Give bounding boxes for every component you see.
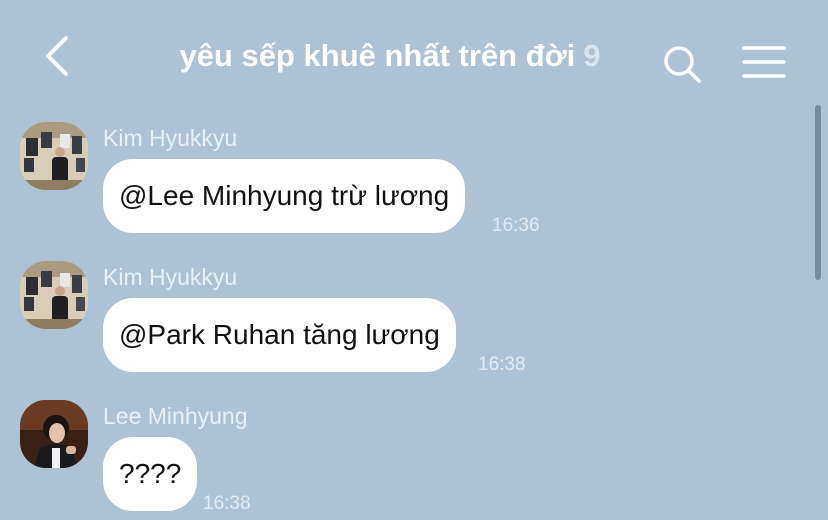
- avatar-photo: [20, 261, 88, 329]
- back-button[interactable]: [38, 32, 78, 80]
- search-button[interactable]: [660, 42, 704, 86]
- hamburger-menu-icon: [742, 46, 786, 78]
- avatar[interactable]: [20, 122, 88, 190]
- message-bubble[interactable]: @Lee Minhyung trừ lương: [103, 159, 466, 233]
- member-count: 9: [583, 38, 601, 73]
- message-time: 16:36: [492, 215, 540, 236]
- avatar[interactable]: [20, 400, 88, 468]
- sender-name: Lee Minhyung: [103, 403, 248, 429]
- chat-title-area[interactable]: yêu sếp khuê nhất trên đời 9: [150, 34, 630, 78]
- sender-name: Kim Hyukkyu: [103, 125, 238, 151]
- chevron-left-icon: [46, 36, 68, 76]
- chat-title: yêu sếp khuê nhất trên đời: [179, 38, 576, 73]
- chat-screen: yêu sếp khuê nhất trên đời 9 Kim Hyukkyu…: [0, 0, 828, 520]
- avatar-photo: [20, 122, 88, 190]
- sender-name: Kim Hyukkyu: [103, 264, 238, 290]
- scrollbar[interactable]: [815, 105, 821, 280]
- search-icon: [664, 46, 701, 83]
- message-bubble[interactable]: @Park Ruhan tăng lương: [103, 298, 456, 372]
- message-time: 16:38: [203, 493, 251, 514]
- message-bubble[interactable]: ????: [103, 437, 198, 511]
- chat-header: yêu sếp khuê nhất trên đời 9: [0, 0, 828, 110]
- avatar-photo: [20, 400, 88, 468]
- menu-button[interactable]: [740, 42, 788, 82]
- message-time: 16:38: [478, 354, 526, 375]
- avatar[interactable]: [20, 261, 88, 329]
